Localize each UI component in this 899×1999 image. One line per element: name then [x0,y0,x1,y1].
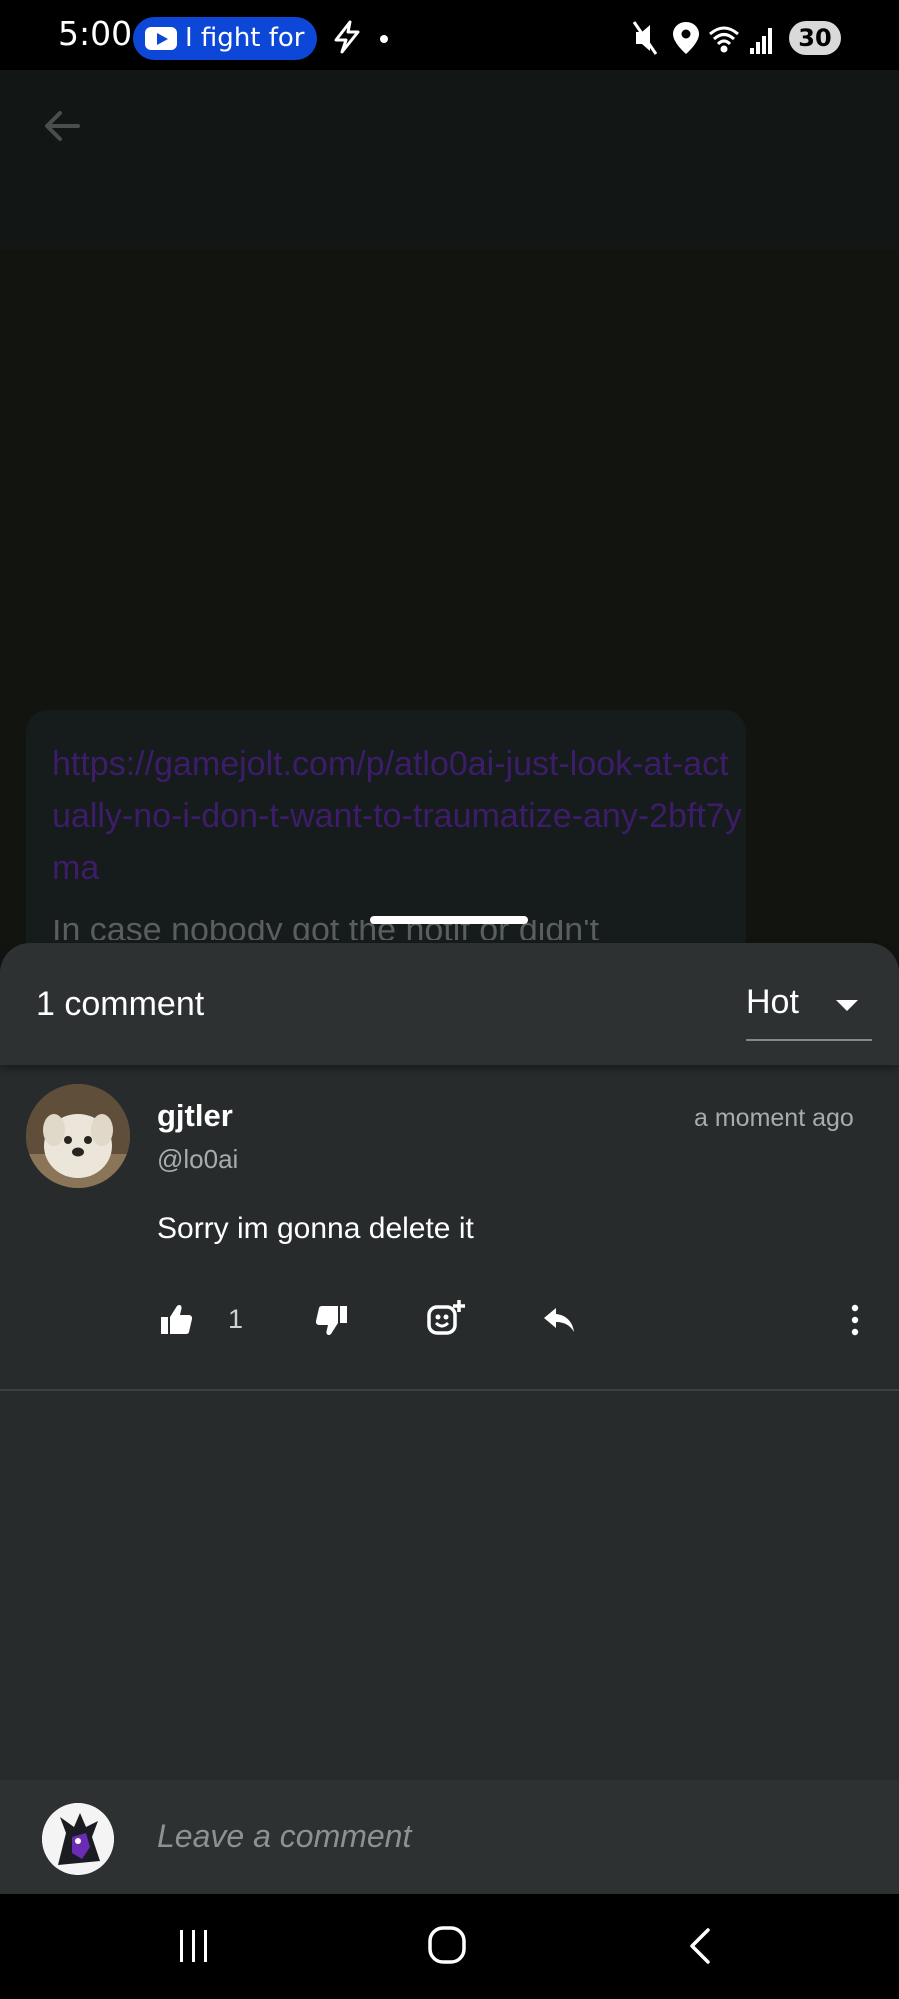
app-bar [0,70,899,250]
media-pill-text: I fight for [185,23,305,53]
thumbs-up-icon[interactable] [158,1302,194,1338]
recent-apps-icon[interactable] [176,1926,212,1966]
battery-indicator: 30 [789,21,841,55]
sort-dropdown[interactable]: Hot [746,975,872,1041]
mute-icon [632,21,658,55]
comment-divider [0,1389,899,1391]
location-icon [673,22,699,54]
post-link[interactable]: https://gamejolt.com/p/atlo0ai-just-look… [52,738,742,894]
add-reaction-icon[interactable] [425,1298,467,1340]
comment-timestamp: a moment ago [694,1104,854,1132]
comment-author-handle[interactable]: @lo0ai [157,1144,238,1175]
user-avatar-image [42,1803,114,1875]
comment-author-avatar[interactable] [26,1084,130,1188]
dog-avatar-image [26,1084,130,1188]
comment-count: 1 comment [36,985,205,1023]
sort-selected-value: Hot [746,983,799,1021]
current-user-avatar[interactable] [42,1803,114,1875]
youtube-icon [145,27,177,50]
notification-dot-icon [380,35,388,43]
comment-input-bar [0,1780,899,1894]
more-options-icon[interactable] [848,1302,862,1338]
reply-icon[interactable] [541,1302,577,1338]
caret-down-icon [836,1000,858,1011]
comment-input[interactable]: Leave a comment [157,1818,411,1855]
status-bar: 5:00 I fight for 30 [0,0,899,70]
comment-author-name[interactable]: gjtler [157,1098,233,1134]
status-time: 5:00 [58,14,133,53]
back-icon[interactable] [686,1926,714,1966]
comments-sheet [0,943,899,1780]
thumbs-down-icon[interactable] [314,1302,350,1338]
sheet-drag-handle[interactable] [370,916,528,924]
wifi-icon [709,26,739,53]
system-nav-bar [0,1894,899,1999]
like-count: 1 [228,1304,244,1334]
media-notification-pill[interactable]: I fight for [133,17,317,60]
comment-body: Sorry im gonna delete it [157,1212,474,1245]
system-status-icons [632,21,772,55]
signal-icon [750,28,772,54]
bolt-icon [334,20,360,54]
back-arrow-icon[interactable] [40,104,84,148]
home-icon[interactable] [426,1924,468,1966]
